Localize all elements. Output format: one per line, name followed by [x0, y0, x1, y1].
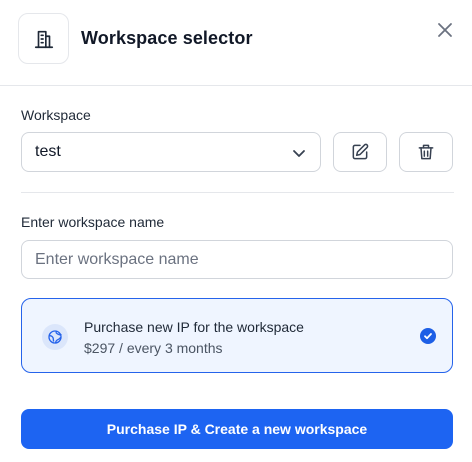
workspace-select-value: test [35, 143, 61, 160]
close-button[interactable] [432, 17, 458, 43]
check-icon [420, 328, 436, 344]
workspace-name-label: Enter workspace name [21, 214, 165, 230]
section-divider [21, 192, 454, 193]
close-icon [438, 23, 452, 37]
edit-workspace-button[interactable] [333, 132, 387, 172]
workspace-select[interactable]: test [21, 132, 321, 172]
trash-icon [418, 144, 434, 160]
chevron-down-icon [293, 150, 305, 157]
purchase-ip-option[interactable]: Purchase new IP for the workspace $297 /… [21, 298, 453, 373]
building-icon [18, 13, 69, 64]
globe-icon [42, 324, 68, 350]
dialog-header: Workspace selector [0, 0, 472, 86]
workspace-name-input[interactable] [21, 240, 453, 279]
dialog-title: Workspace selector [81, 28, 253, 48]
purchase-option-price: $297 / every 3 months [84, 340, 223, 356]
purchase-option-title: Purchase new IP for the workspace [84, 319, 304, 335]
purchase-create-button[interactable]: Purchase IP & Create a new workspace [21, 409, 453, 449]
edit-icon [352, 143, 369, 160]
delete-workspace-button[interactable] [399, 132, 453, 172]
workspace-label: Workspace [21, 107, 91, 123]
